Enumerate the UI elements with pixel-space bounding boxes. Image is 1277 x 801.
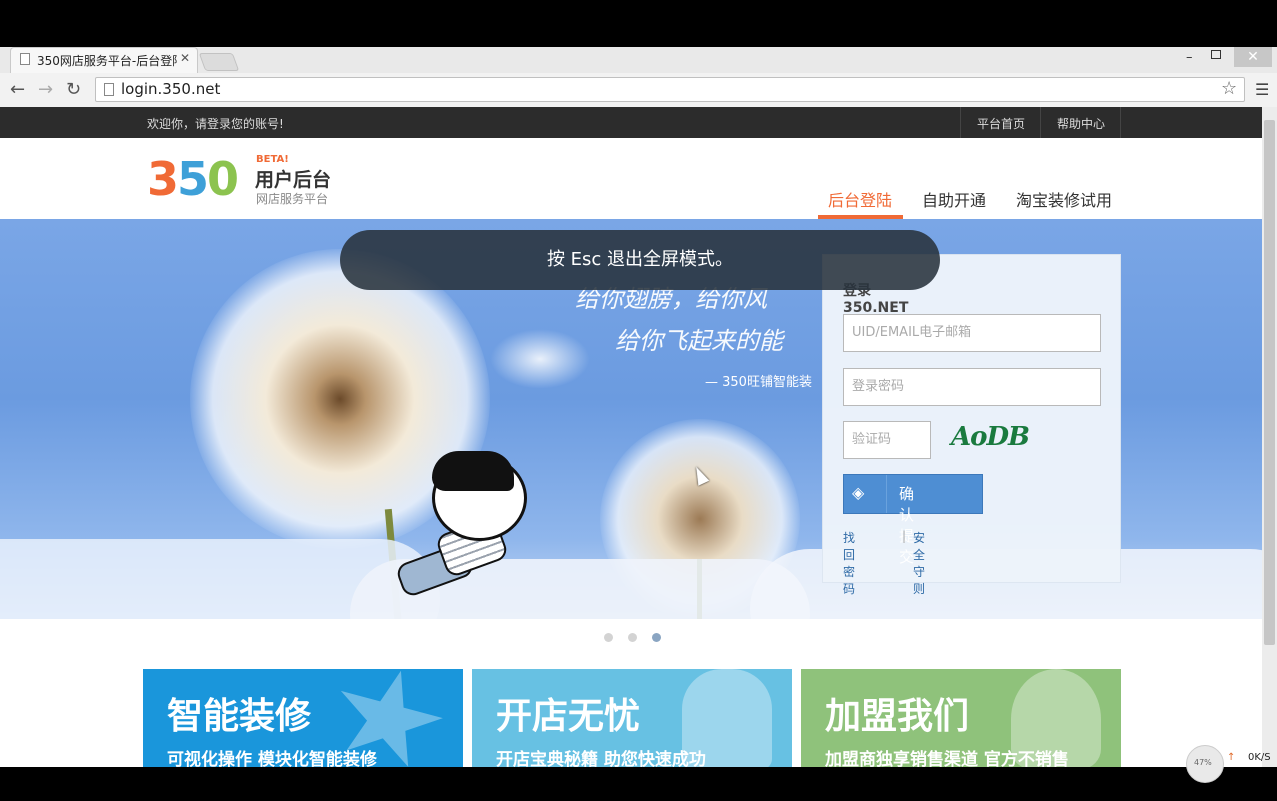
tab-close-icon[interactable]: ✕ [180, 51, 190, 65]
logo-title: 用户后台 [255, 169, 332, 191]
tile-subtitle: 开店宝典秘籍 助您快速成功 [496, 750, 706, 767]
address-bar[interactable] [95, 77, 1245, 102]
dandelion-seed-image [490, 329, 590, 389]
tab-title: 350网店服务平台-后台登陆 [37, 54, 177, 68]
captcha-input[interactable]: 验证码 [843, 421, 931, 459]
scrollbar-thumb[interactable] [1264, 120, 1275, 645]
feature-tile-smart-decoration[interactable]: 智能装修 可视化操作 模块化智能装修 [143, 669, 463, 767]
welcome-text: 欢迎你，请登录您的账号! [147, 117, 284, 131]
net-speed-text: 0K/S [1248, 752, 1271, 763]
web-page: 欢迎你，请登录您的账号! 平台首页 帮助中心 350 BETA! 用户后台 网店… [0, 107, 1262, 767]
logo-subtitle: 网店服务平台 [256, 192, 329, 206]
new-tab-button[interactable] [198, 53, 240, 71]
nav-taobao-trial[interactable]: 淘宝装修试用 [1016, 187, 1112, 211]
carousel-dot[interactable] [628, 633, 637, 642]
net-speed-percent: 47% [1194, 758, 1212, 767]
restore-icon[interactable] [1211, 50, 1221, 59]
window-close-icon[interactable]: ✕ [1234, 47, 1272, 67]
logo-350[interactable]: 350 [147, 151, 239, 207]
feature-tile-join-us[interactable]: 加盟我们 加盟商独享销售渠道 官方不销售 [801, 669, 1121, 767]
divider [1040, 107, 1041, 138]
safety-guide-link[interactable]: 安全守则 [913, 529, 925, 597]
carousel-dot[interactable] [604, 633, 613, 642]
tile-subtitle: 加盟商独享销售渠道 官方不销售 [825, 750, 1069, 767]
upload-arrow-icon: ↑ [1227, 752, 1236, 763]
password-input[interactable]: 登录密码 [843, 368, 1101, 406]
url-text[interactable]: login.350.net [121, 80, 220, 98]
nav-self-service[interactable]: 自助开通 [922, 187, 986, 211]
logo-beta-badge: BETA! [256, 154, 289, 165]
help-center-link[interactable]: 帮助中心 [1057, 115, 1105, 132]
forward-icon[interactable]: → [38, 79, 53, 100]
divider [960, 107, 961, 138]
banner-slogan-line2: 给你飞起来的能 [615, 327, 783, 355]
tile-title: 智能装修 [167, 696, 312, 737]
carousel-dot-active[interactable] [652, 633, 661, 642]
tile-subtitle: 可视化操作 模块化智能装修 [167, 750, 377, 767]
bookmark-star-icon[interactable]: ☆ [1221, 78, 1237, 99]
reload-icon[interactable]: ↻ [66, 79, 81, 100]
browser-menu-icon[interactable]: ☰ [1255, 80, 1269, 99]
back-icon[interactable]: ← [10, 79, 25, 100]
cartoon-boy-hair [432, 451, 514, 491]
forgot-password-link[interactable]: 找回密码 [843, 529, 855, 597]
page-icon [20, 53, 30, 65]
nav-backend-login[interactable]: 后台登陆 [828, 187, 892, 211]
minimize-icon[interactable]: – [1186, 50, 1193, 65]
uid-email-input[interactable]: UID/EMAIL电子邮箱 [843, 314, 1101, 352]
fullscreen-toast-text: 按 Esc 退出全屏模式。 [546, 249, 734, 270]
divider [1120, 107, 1121, 138]
banner-slogan-credit: — 350旺铺智能装 [705, 375, 812, 390]
tile-title: 开店无忧 [496, 696, 641, 737]
captcha-image[interactable]: AoDB [951, 422, 1030, 452]
page-icon [104, 83, 114, 96]
feature-tile-open-store[interactable]: 开店无忧 开店宝典秘籍 助您快速成功 [472, 669, 792, 767]
tile-title: 加盟我们 [825, 696, 970, 737]
link-separator: | [902, 529, 907, 543]
layers-icon: ◈ [852, 483, 865, 502]
submit-button-label: 确认提交 [899, 485, 915, 566]
platform-home-link[interactable]: 平台首页 [977, 115, 1025, 132]
button-divider [886, 475, 887, 513]
